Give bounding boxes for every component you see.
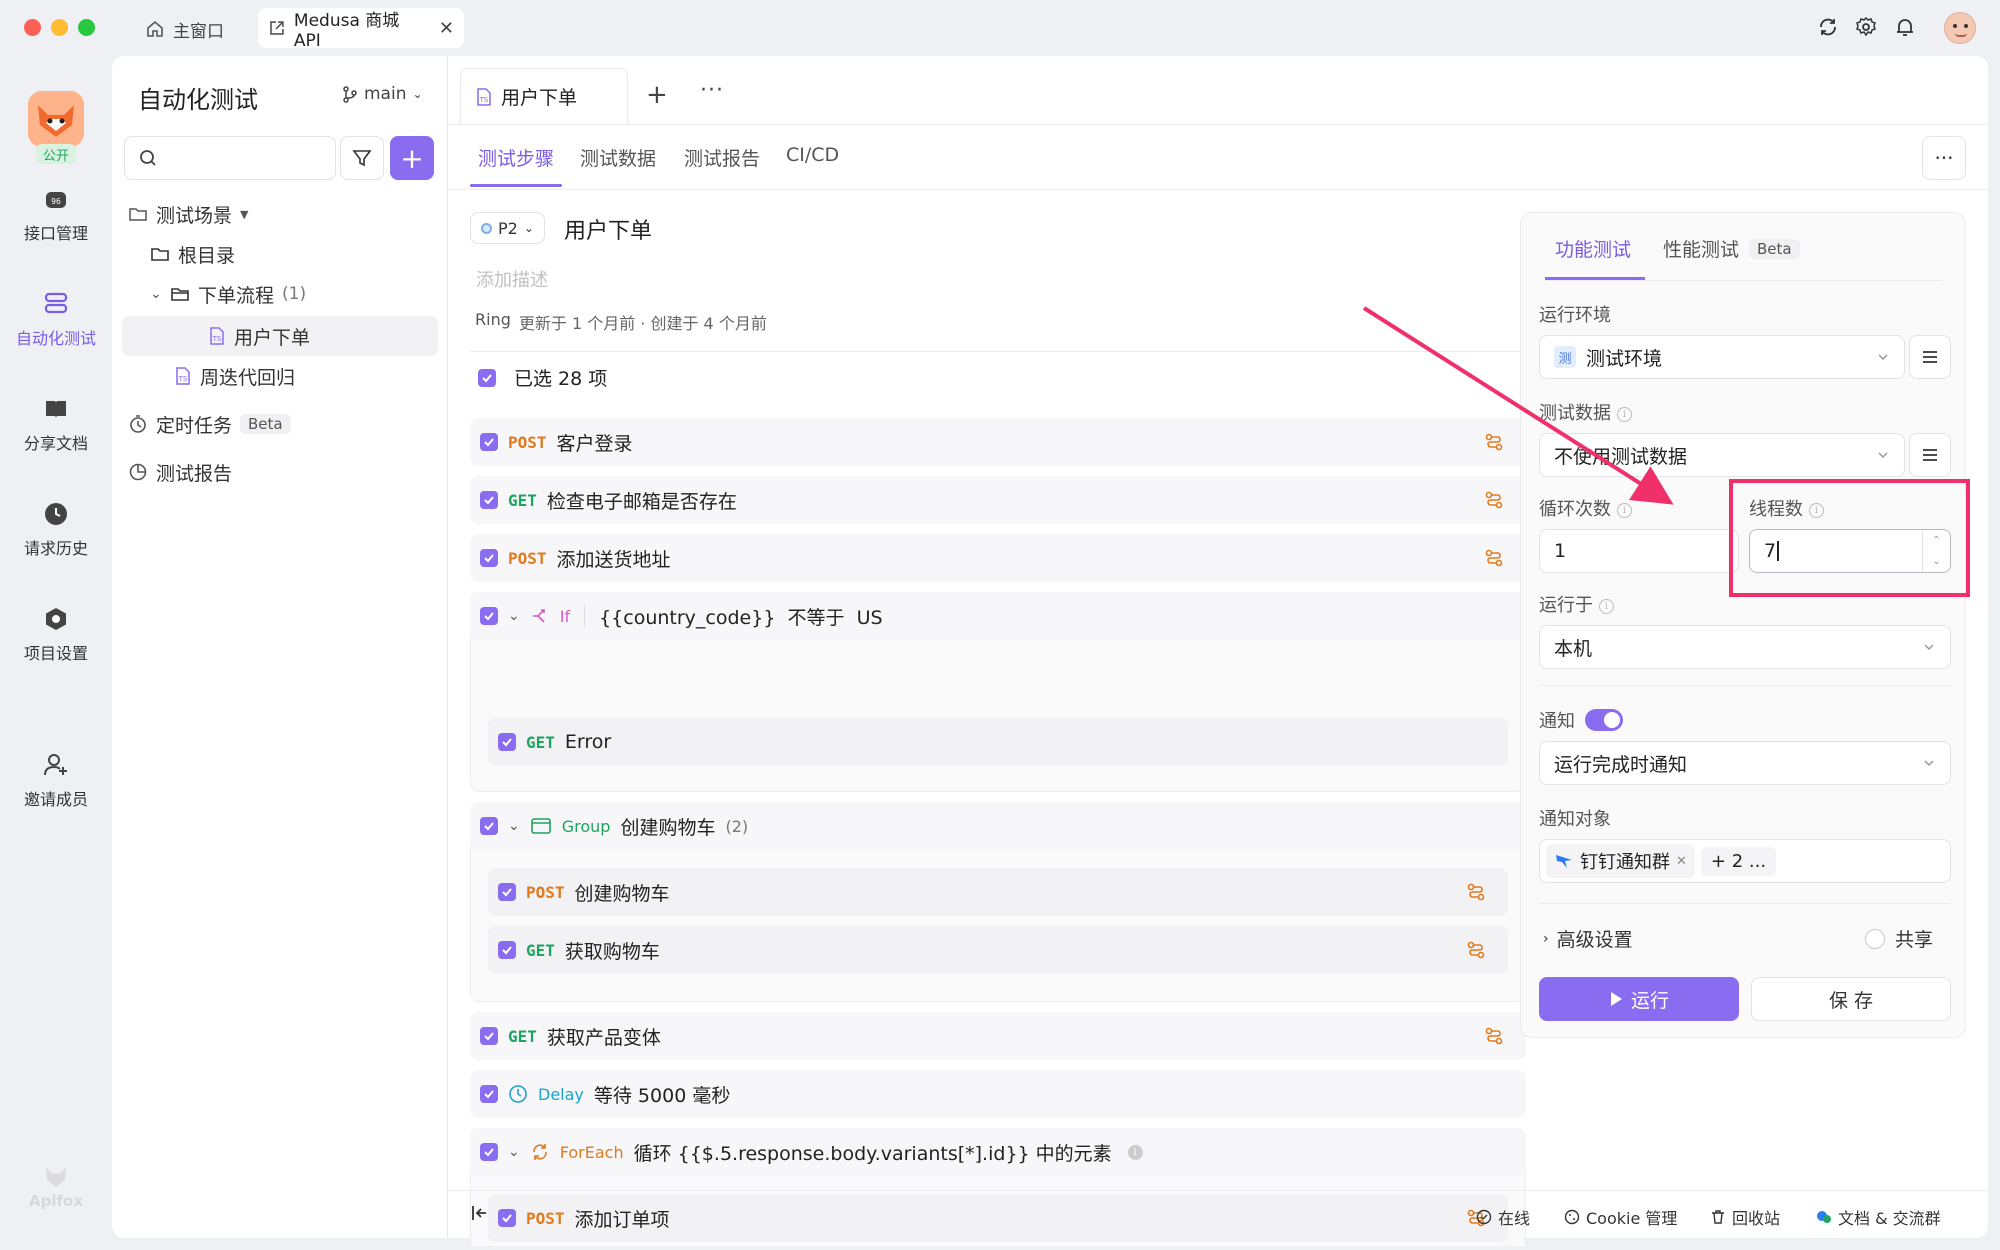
collapse-left-icon <box>472 1206 486 1220</box>
online-label: 在线 <box>1498 1209 1531 1228</box>
collapse-sidebar-button[interactable] <box>470 1203 490 1223</box>
docs-label: 文档 & 交流群 <box>1838 1209 1941 1228</box>
trash-label: 回收站 <box>1732 1209 1781 1228</box>
cookie-label: Cookie 管理 <box>1586 1209 1678 1228</box>
cookie-icon <box>1564 1209 1580 1225</box>
annotation-overlay <box>1362 306 1970 597</box>
trash-icon <box>1712 1210 1724 1224</box>
chat-icon <box>1817 1211 1831 1223</box>
trash[interactable]: 回收站 <box>1710 1205 1780 1229</box>
online-status[interactable]: 在线 <box>1476 1205 1530 1229</box>
check-circle-icon <box>1476 1209 1492 1225</box>
docs-community[interactable]: 文档 & 交流群 <box>1816 1205 1941 1229</box>
annotation-highlight-box <box>1729 479 1970 597</box>
annotation-arrow <box>1362 306 1674 505</box>
bottom-status-bar: 在线 Cookie 管理 回收站 文档 & 交流群 <box>448 1190 1988 1238</box>
cookie-manager[interactable]: Cookie 管理 <box>1564 1205 1677 1229</box>
